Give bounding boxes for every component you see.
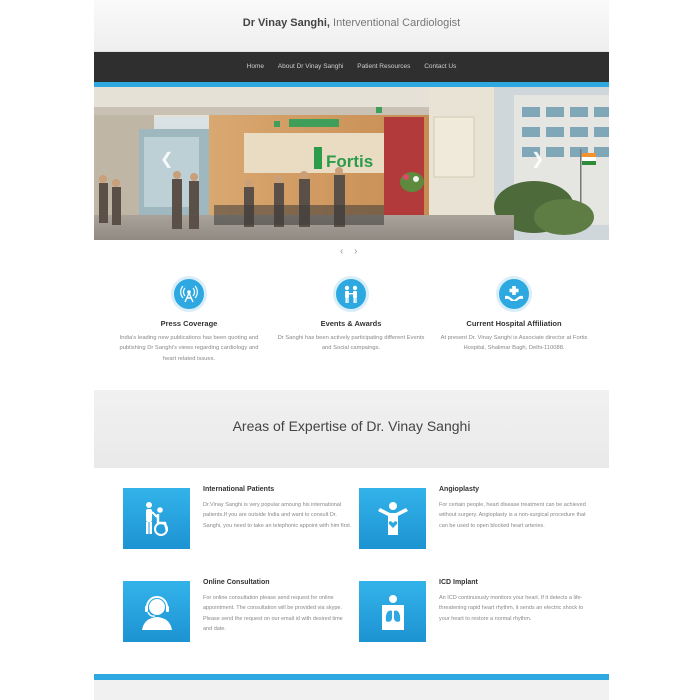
feature-icon-circle[interactable] bbox=[496, 276, 532, 312]
nav-item-contact[interactable]: Contact Us bbox=[424, 52, 456, 82]
feature-events-awards: Events & Awards Dr Sanghi has been activ… bbox=[276, 276, 426, 354]
feature-text: At present Dr. Vinay Sanghi is Associate… bbox=[440, 335, 588, 352]
service-international-patients: International Patients Dr.Vinay Sanghi i… bbox=[123, 486, 363, 552]
service-online-consultation: Online Consultation For online consultat… bbox=[123, 579, 363, 645]
service-icon-box[interactable] bbox=[123, 488, 190, 549]
people-icon bbox=[344, 285, 358, 303]
fortis-logo-text: Fortis bbox=[326, 152, 373, 171]
service-icon-box[interactable] bbox=[359, 581, 426, 642]
feature-title: Press Coverage bbox=[160, 319, 218, 328]
service-text: For online consultation please send requ… bbox=[203, 595, 343, 633]
feature-title: Events & Awards bbox=[320, 319, 382, 328]
person-heart-icon bbox=[377, 501, 408, 535]
doctor-name: Dr Vinay Sanghi, bbox=[242, 17, 330, 29]
slider-prev-arrow[interactable]: ❮ bbox=[160, 149, 173, 169]
expertise-heading: Areas of Expertise of Dr. Vinay Sanghi bbox=[232, 418, 471, 434]
service-title: Online Consultation bbox=[203, 579, 270, 586]
feature-title: Current Hospital Affiliation bbox=[466, 319, 562, 328]
nav-item-patient-resources[interactable]: Patient Resources bbox=[357, 52, 410, 82]
service-icon-box[interactable] bbox=[359, 488, 426, 549]
slider-next-arrow[interactable]: ❯ bbox=[531, 149, 544, 169]
expertise-banner: Areas of Expertise of Dr. Vinay Sanghi bbox=[94, 390, 609, 468]
service-text: For certain people, heart disease treatm… bbox=[439, 502, 586, 529]
feature-press-coverage: Press Coverage India's leading new publi… bbox=[114, 276, 264, 364]
feature-text: Dr Sanghi has been actively participatin… bbox=[277, 335, 425, 352]
service-icd-implant: ICD Implant An ICD continuously monitors… bbox=[359, 579, 599, 645]
hero-slider: Fortis ❮ ❯ bbox=[94, 87, 609, 240]
service-angioplasty: Angioplasty For certain people, heart di… bbox=[359, 486, 599, 552]
site-header: Dr Vinay Sanghi, Interventional Cardiolo… bbox=[94, 0, 609, 52]
hands-cross-icon bbox=[505, 286, 523, 301]
main-nav: Home About Dr Vinay Sanghi Patient Resou… bbox=[94, 52, 609, 82]
slider-pagination[interactable]: ‹ › bbox=[340, 246, 361, 257]
antenna-icon bbox=[180, 285, 198, 303]
lungs-body-icon bbox=[381, 594, 404, 630]
feature-icon-circle[interactable] bbox=[171, 276, 207, 312]
footer bbox=[94, 680, 609, 700]
feature-icon-circle[interactable] bbox=[333, 276, 369, 312]
feature-text: India's leading new publications has bee… bbox=[119, 335, 259, 362]
doctor-specialty: Interventional Cardiologist bbox=[329, 17, 461, 29]
service-icon-box[interactable] bbox=[123, 581, 190, 642]
wheelchair-icon bbox=[145, 501, 168, 536]
site-title[interactable]: Dr Vinay Sanghi, Interventional Cardiolo… bbox=[94, 17, 609, 29]
page: Dr Vinay Sanghi, Interventional Cardiolo… bbox=[94, 0, 609, 700]
headset-icon bbox=[141, 595, 172, 630]
nav-item-home[interactable]: Home bbox=[247, 52, 264, 82]
service-title: ICD Implant bbox=[439, 579, 478, 586]
service-title: Angioplasty bbox=[439, 486, 480, 493]
service-text: Dr.Vinay Sanghi is very popular amoung h… bbox=[203, 502, 352, 529]
service-text: An ICD continuously monitors your heart.… bbox=[439, 595, 584, 622]
nav-item-about[interactable]: About Dr Vinay Sanghi bbox=[278, 52, 344, 82]
service-title: International Patients bbox=[203, 486, 275, 493]
feature-hospital-affiliation: Current Hospital Affiliation At present … bbox=[439, 276, 589, 354]
